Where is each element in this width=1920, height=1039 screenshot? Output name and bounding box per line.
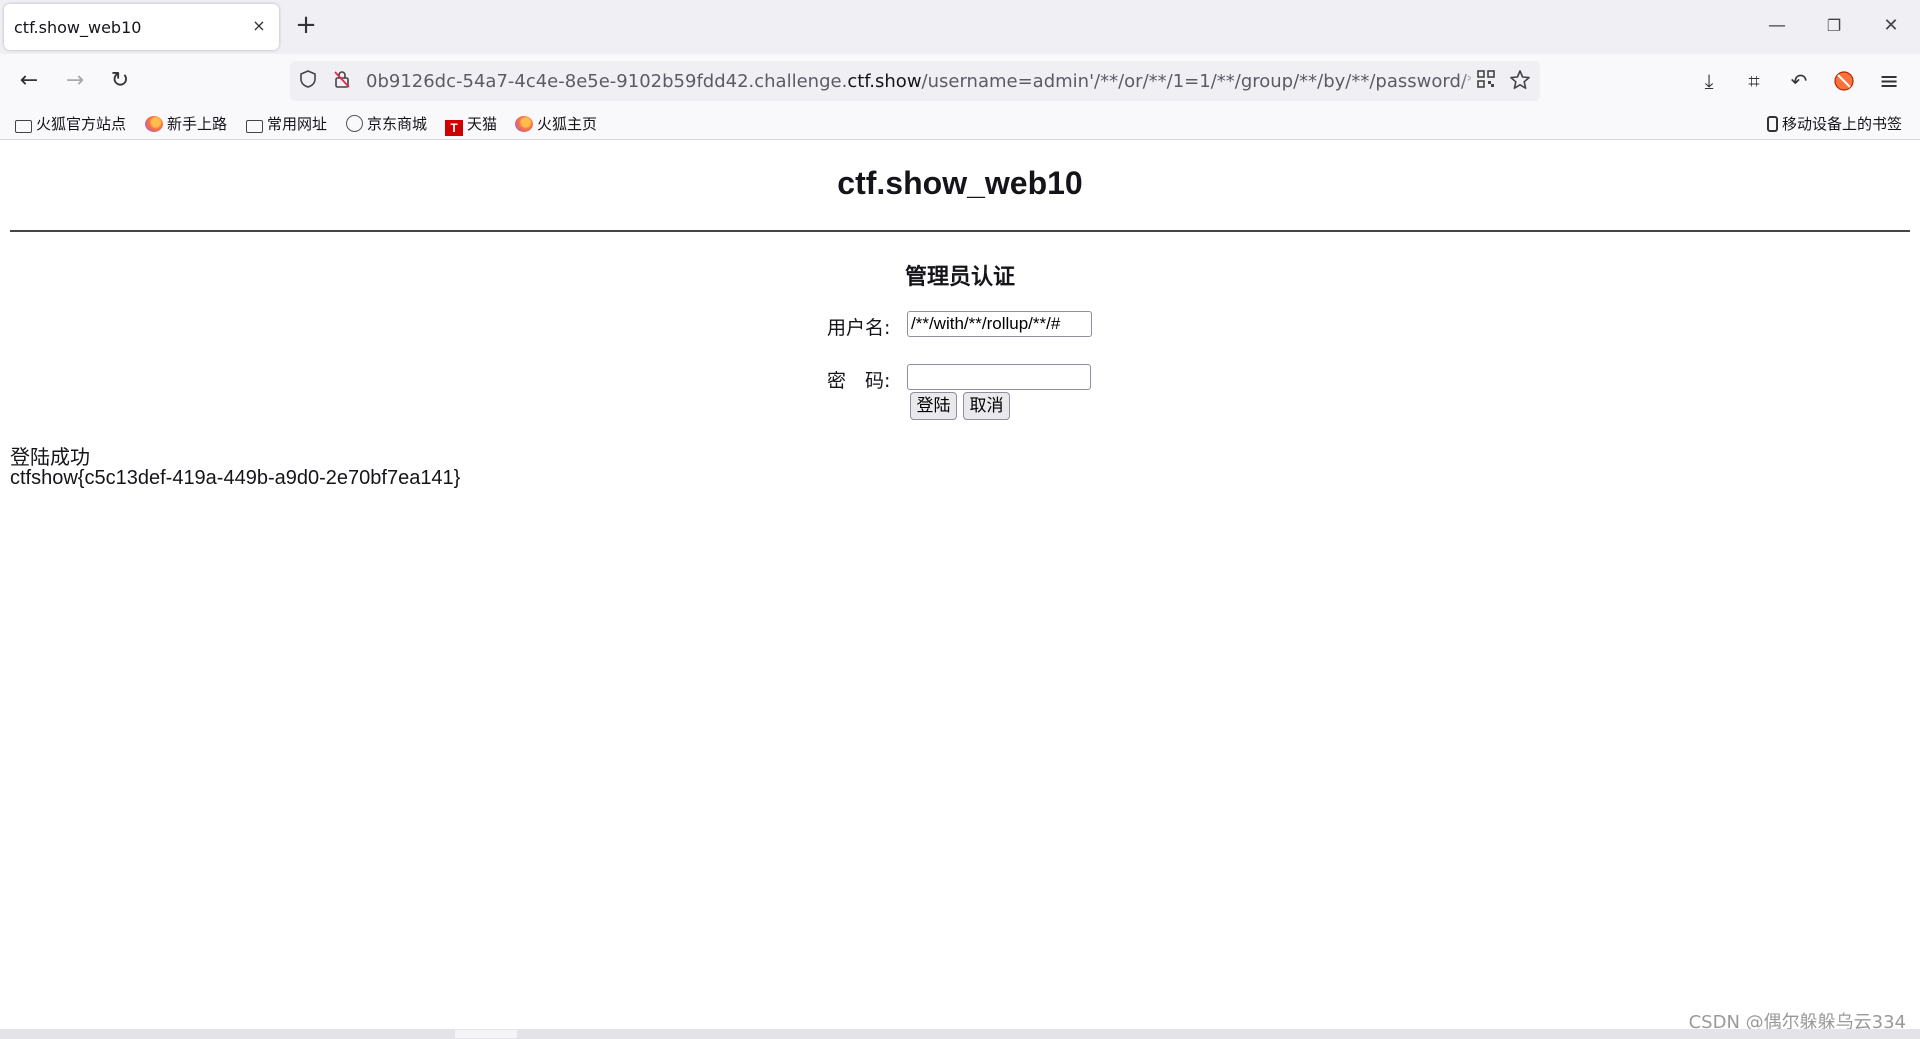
divider: [10, 230, 1910, 232]
tab-title: ctf.show_web10: [14, 18, 142, 37]
bookmark-label: 火狐官方站点: [36, 115, 127, 133]
horizontal-scrollbar[interactable]: [0, 1029, 1920, 1039]
close-window-button[interactable]: ✕: [1878, 13, 1904, 39]
flag-text: ctfshow{c5c13def-419a-449b-a9d0-2e70bf7e…: [10, 467, 461, 489]
shield-icon[interactable]: [296, 69, 320, 93]
url-text[interactable]: 0b9126dc-54a7-4c4e-8e5e-9102b59fdd42.cha…: [366, 71, 1471, 93]
download-icon[interactable]: ⤓: [1694, 66, 1724, 96]
close-tab-icon[interactable]: ×: [249, 16, 269, 36]
menu-icon[interactable]: ≡: [1874, 66, 1904, 96]
login-button[interactable]: 登陆: [910, 392, 957, 420]
extension-icon[interactable]: [1829, 66, 1859, 96]
undo-icon[interactable]: ↶: [1784, 66, 1814, 96]
page-title: ctf.show_web10: [837, 165, 1083, 201]
reload-button[interactable]: ↻: [105, 66, 135, 96]
bookmark-label: 天猫: [467, 115, 498, 133]
firefox-icon: [145, 116, 163, 132]
url-prefix: 0b9126dc-54a7-4c4e-8e5e-9102b59fdd42.cha…: [366, 71, 848, 92]
tab-strip: ctf.show_web10 × + — ❐ ✕: [0, 0, 1920, 54]
bookmark-item[interactable]: T 天猫: [445, 113, 498, 136]
bookmarks-toolbar: 火狐官方站点 新手上路 常用网址 京东商城 T 天猫 火狐主页 移动设备上的书签: [0, 108, 1920, 140]
qr-code-icon[interactable]: [1474, 69, 1498, 93]
bookmark-label: 新手上路: [167, 115, 228, 133]
url-path: /username=admin'/**/or/**/1=1/**/group/*…: [921, 71, 1471, 92]
url-bar[interactable]: 0b9126dc-54a7-4c4e-8e5e-9102b59fdd42.cha…: [290, 61, 1540, 101]
folder-icon: [15, 120, 32, 133]
bookmark-star-icon[interactable]: [1508, 69, 1532, 93]
scrollbar-thumb[interactable]: [455, 1030, 517, 1038]
username-label: 用户名:: [827, 317, 891, 339]
restore-button[interactable]: ❐: [1821, 13, 1847, 39]
tab-active[interactable]: ctf.show_web10 ×: [4, 4, 279, 50]
bookmark-item[interactable]: 常用网址: [246, 113, 327, 135]
forward-button[interactable]: →: [60, 66, 90, 96]
minimize-button[interactable]: —: [1764, 13, 1790, 39]
new-tab-button[interactable]: +: [292, 12, 320, 40]
back-button[interactable]: ←: [14, 66, 44, 96]
cancel-button[interactable]: 取消: [963, 392, 1010, 420]
url-host: ctf.show: [847, 71, 922, 92]
section-title: 管理员认证: [904, 265, 1015, 290]
mobile-bookmarks[interactable]: 移动设备上的书签: [1767, 113, 1902, 135]
bookmark-label: 移动设备上的书签: [1782, 115, 1903, 133]
bookmark-label: 常用网址: [267, 115, 328, 133]
bookmark-item[interactable]: 火狐官方站点: [15, 113, 126, 135]
folder-icon: [246, 120, 263, 133]
password-label: 密 码:: [827, 370, 891, 392]
firefox-icon: [515, 116, 533, 132]
login-result-message: 登陆成功: [10, 445, 90, 469]
globe-icon: [346, 115, 363, 132]
bookmark-item[interactable]: 新手上路: [145, 113, 227, 135]
bookmark-label: 火狐主页: [537, 115, 598, 133]
bookmark-item[interactable]: 火狐主页: [515, 113, 597, 135]
page-content: ctf.show_web10 管理员认证 用户名: 密 码: 登陆 取消 登陆成…: [0, 141, 1920, 1029]
password-input[interactable]: [907, 364, 1091, 390]
crop-icon[interactable]: ⌗: [1739, 66, 1769, 96]
bookmark-item[interactable]: 京东商城: [346, 113, 427, 135]
bookmark-label: 京东商城: [367, 115, 428, 133]
tmall-icon: T: [445, 120, 463, 136]
phone-icon: [1767, 116, 1778, 132]
username-input[interactable]: [907, 311, 1092, 337]
navigation-toolbar: ← → ↻ 0b9126dc-54a7-4c4e-8e5e-9102b59fdd…: [0, 54, 1920, 108]
insecure-lock-icon[interactable]: [330, 69, 354, 93]
